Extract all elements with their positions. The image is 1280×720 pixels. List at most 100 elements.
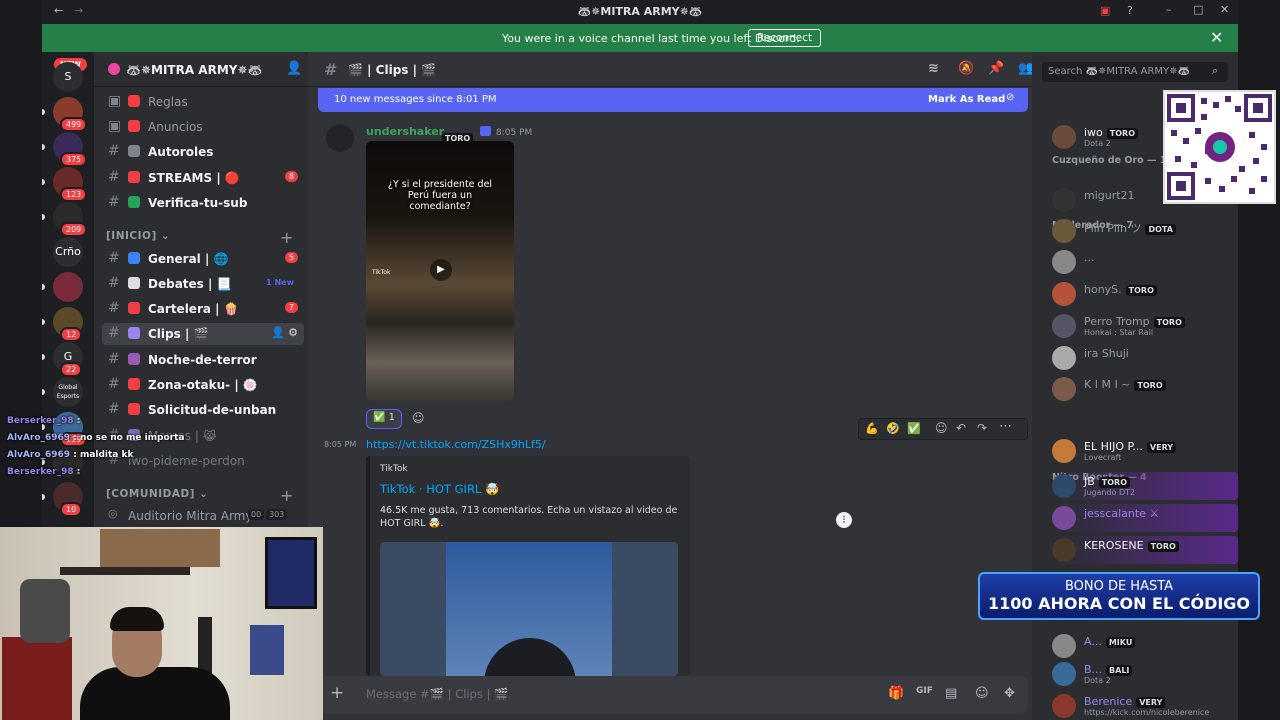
channel-solicitud-de-unban[interactable]: # Solicitud-de-unban — [102, 399, 304, 421]
member-item[interactable]: ira Shuji — [1052, 344, 1238, 372]
channel-autoroles[interactable]: # Autoroles — [102, 141, 304, 163]
member-item[interactable]: Perro Tromp TORO Honkai : Star Rail — [1052, 312, 1238, 340]
member-item[interactable]: KEROSENE TORO — [1052, 536, 1238, 564]
role-tag: TORO — [1134, 380, 1166, 391]
member-item[interactable]: honyS. TORO — [1052, 280, 1238, 308]
speaker-icon: ◎ — [108, 507, 118, 520]
channel-reglas[interactable]: ▣ Reglas — [102, 91, 304, 113]
hash-icon: # — [108, 194, 120, 210]
promo-line-2: 1100 AHORA CON EL CÓDIGO — [987, 594, 1251, 613]
message-link[interactable]: https://vt.tiktok.com/ZSHx9hLf5/ — [366, 438, 546, 451]
member-item[interactable]: A... MIKU — [1052, 632, 1238, 660]
member-item[interactable]: B... BALI Dota 2 — [1052, 660, 1238, 688]
unread-pip — [42, 319, 45, 325]
member-item[interactable]: jesscalante ⚔ — [1052, 504, 1238, 532]
category-comunidad[interactable]: [COMUNIDAD] ⌄ — [106, 488, 208, 500]
reaction-chip[interactable]: ✅ 1 — [366, 409, 403, 429]
add-reaction-icon[interactable]: ☺ — [412, 411, 425, 425]
maximize-icon[interactable]: □ — [1193, 3, 1203, 16]
unread-pip — [42, 424, 45, 430]
channel-anuncios[interactable]: ▣ Anuncios — [102, 116, 304, 138]
gift-icon[interactable]: 🎁 — [888, 686, 904, 701]
reconnect-button[interactable]: Reconnect — [748, 29, 822, 47]
mention-badge: 22 — [60, 362, 83, 377]
add-channel-icon[interactable]: + — [280, 486, 293, 505]
avatar[interactable] — [326, 124, 354, 152]
chevron-down-icon[interactable]: ⌄ — [246, 61, 256, 75]
member-activity: https://kick.com/nicoleberenice — [1084, 708, 1210, 717]
channel-zona-otaku[interactable]: # Zona-otaku- | 🍥 — [102, 374, 304, 396]
laugh-emoji-icon[interactable]: 🤣 — [886, 422, 900, 435]
guild-header[interactable]: 🦝✵MITRA ARMY✵🦝 ⌄ 👤 — [94, 52, 308, 87]
member-item[interactable]: JB TORO Jugando DT2 — [1052, 472, 1238, 500]
mention-badge: 119 — [60, 432, 88, 447]
close-window-icon[interactable]: ✕ — [1220, 3, 1229, 16]
member-name: JB TORO — [1084, 475, 1131, 488]
forward-icon[interactable]: ↷ — [977, 421, 987, 435]
channel-cartelera[interactable]: # Cartelera | 🍿 7 — [102, 298, 304, 320]
sticker-icon[interactable]: ▤ — [945, 686, 957, 701]
channel-streams[interactable]: # STREAMS | 🔴 8 — [102, 167, 304, 189]
play-icon[interactable]: ▶ — [430, 259, 452, 281]
search-input[interactable]: Search 🦝✵MITRA ARMY✵🦝 — [1048, 66, 1190, 77]
message-input[interactable]: Message #🎬 | Clips | 🎬 — [366, 687, 508, 701]
channel-debates[interactable]: # Debates | 📃 1 New — [102, 273, 304, 295]
check-emoji-icon[interactable]: ✅ — [907, 422, 921, 435]
search-box[interactable]: Search 🦝✵MITRA ARMY✵🦝 ⌕ — [1042, 62, 1228, 82]
channel-clips[interactable]: # Clips | 🎬 👤 ⚙ — [102, 323, 304, 345]
embed-thumbnail[interactable] — [380, 542, 678, 676]
channel-iwo-pideme-perdon[interactable]: # iwo-pideme-perdon — [102, 450, 304, 472]
member-item[interactable]: K I M I ~ TORO — [1052, 375, 1238, 403]
hash-icon: # — [108, 300, 120, 316]
more-icon[interactable]: ⋯ — [999, 419, 1012, 434]
minimize-icon[interactable]: – — [1166, 3, 1172, 16]
add-channel-icon[interactable]: + — [280, 228, 293, 247]
avatar — [1052, 188, 1076, 212]
invite-icon[interactable]: 👤 — [286, 61, 302, 76]
role-tag: VERY — [1146, 442, 1177, 453]
unread-pip — [42, 179, 45, 185]
category-inicio[interactable]: [INICIO] ⌄ — [106, 230, 170, 242]
member-item[interactable]: Berenice VERY https://kick.com/nicoleberen… — [1052, 692, 1238, 720]
channel-memes[interactable]: # Memes | 😹 — [102, 425, 304, 447]
mute-bell-icon[interactable]: 🔕 — [958, 61, 974, 76]
member-item[interactable]: Plin Plin ツ DOTA — [1052, 217, 1238, 245]
channel-settings-icon[interactable]: 👤 ⚙ — [271, 326, 298, 339]
server-icon[interactable]: Global Esports — [53, 377, 83, 407]
close-banner-icon[interactable]: ✕ — [1210, 28, 1223, 47]
mark-as-read-button[interactable]: Mark As Read — [928, 94, 1005, 105]
gif-icon[interactable]: GIF — [916, 686, 933, 696]
voice-channel-auditorio[interactable]: ◎ Auditorio Mitra Army 00 303 — [102, 505, 304, 527]
pin-icon[interactable]: 📌 — [988, 61, 1004, 76]
channel-emoji-icon — [128, 95, 140, 107]
threads-icon[interactable]: ≋ — [928, 61, 939, 76]
member-item[interactable]: EL HIJO P... VERY Lovecraft — [1052, 437, 1238, 465]
message-author[interactable]: undershaker — [366, 125, 444, 138]
embed-title[interactable]: TikTok · HOT GIRL 🤯 — [380, 482, 499, 496]
help-icon[interactable]: ? — [1127, 4, 1133, 17]
member-name: A... MIKU — [1084, 635, 1136, 648]
channel-verifica-tu-sub[interactable]: # Verifica-tu-sub — [102, 192, 304, 214]
info-icon[interactable]: ⁝ — [836, 512, 852, 528]
server-icon[interactable] — [53, 447, 83, 477]
muscle-emoji-icon[interactable]: 💪 — [865, 422, 879, 435]
member-item[interactable]: ... — [1052, 248, 1238, 276]
apps-icon[interactable]: ✥ — [1004, 686, 1015, 701]
member-name: honyS. TORO — [1084, 283, 1157, 296]
search-icon[interactable]: ⌕ — [1212, 64, 1218, 78]
emoji-icon[interactable]: ☺ — [975, 686, 989, 701]
server-icon[interactable]: S — [53, 62, 83, 92]
reply-icon[interactable]: ↶ — [956, 421, 966, 435]
inbox-icon[interactable]: ▣ — [1100, 4, 1110, 17]
channel-general[interactable]: # General | 🌐 5 — [102, 248, 304, 270]
add-reaction-icon[interactable]: ☺ — [935, 421, 948, 435]
server-icon[interactable]: Crño — [53, 237, 83, 267]
channel-noche-de-terror[interactable]: # Noche-de-terror — [102, 349, 304, 371]
hash-icon: # — [108, 325, 120, 341]
video-embed[interactable]: ¿Y si el presidente del Perú fuera un co… — [366, 141, 514, 401]
guild-name: 🦝✵MITRA ARMY✵🦝 — [126, 63, 263, 77]
new-messages-bar[interactable]: 10 new messages since 8:01 PM Mark As Re… — [318, 88, 1028, 112]
message-composer[interactable]: + Message #🎬 | Clips | 🎬 🎁 GIF ▤ ☺ ✥ — [318, 676, 1028, 714]
add-attachment-icon[interactable]: + — [330, 683, 344, 703]
server-icon[interactable] — [53, 272, 83, 302]
